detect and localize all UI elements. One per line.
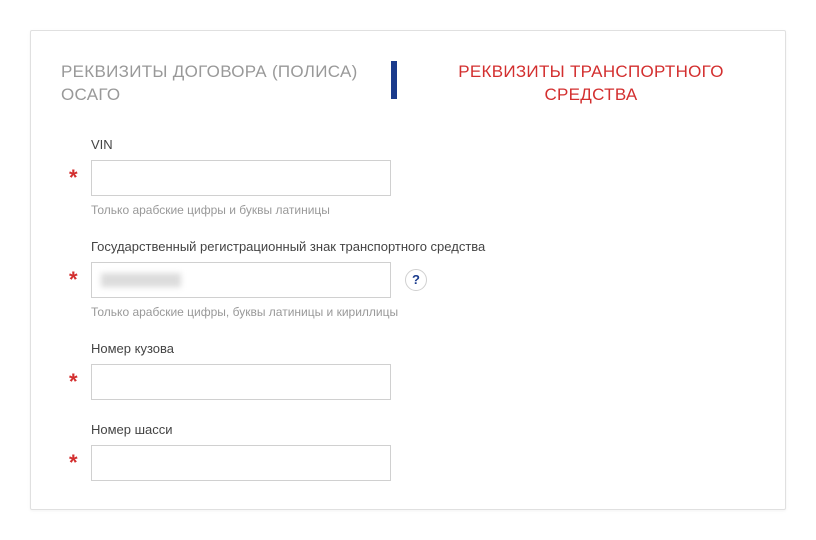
form-card: РЕКВИЗИТЫ ДОГОВОРА (ПОЛИСА) ОСАГО РЕКВИЗ… xyxy=(30,30,786,510)
vin-hint: Только арабские цифры и буквы латиницы xyxy=(91,203,755,217)
vehicle-form: VIN * Только арабские цифры и буквы лати… xyxy=(61,137,755,481)
tab-divider xyxy=(391,61,397,99)
chassis-number-label: Номер шасси xyxy=(91,422,755,437)
reg-plate-input-row: * ? xyxy=(91,262,755,298)
required-mark-icon: * xyxy=(69,371,78,393)
reg-plate-hint: Только арабские цифры, буквы латиницы и … xyxy=(91,305,755,319)
body-number-input[interactable] xyxy=(91,364,391,400)
vin-label: VIN xyxy=(91,137,755,152)
field-body-number: Номер кузова * xyxy=(91,341,755,400)
reg-plate-label: Государственный регистрационный знак тра… xyxy=(91,239,755,254)
required-mark-icon: * xyxy=(69,269,78,291)
field-vin: VIN * Только арабские цифры и буквы лати… xyxy=(91,137,755,217)
field-reg-plate: Государственный регистрационный знак тра… xyxy=(91,239,755,319)
chassis-number-input-row: * xyxy=(91,445,755,481)
body-number-label: Номер кузова xyxy=(91,341,755,356)
tab-policy-details[interactable]: РЕКВИЗИТЫ ДОГОВОРА (ПОЛИСА) ОСАГО xyxy=(61,61,381,107)
vin-input[interactable] xyxy=(91,160,391,196)
required-mark-icon: * xyxy=(69,452,78,474)
tabs-container: РЕКВИЗИТЫ ДОГОВОРА (ПОЛИСА) ОСАГО РЕКВИЗ… xyxy=(61,61,755,107)
help-icon[interactable]: ? xyxy=(405,269,427,291)
vin-input-row: * xyxy=(91,160,755,196)
chassis-number-input[interactable] xyxy=(91,445,391,481)
required-mark-icon: * xyxy=(69,167,78,189)
field-chassis-number: Номер шасси * xyxy=(91,422,755,481)
tab-vehicle-details[interactable]: РЕКВИЗИТЫ ТРАНСПОРТНОГО СРЕДСТВА xyxy=(427,61,755,107)
reg-plate-redacted-value xyxy=(101,273,181,287)
body-number-input-row: * xyxy=(91,364,755,400)
